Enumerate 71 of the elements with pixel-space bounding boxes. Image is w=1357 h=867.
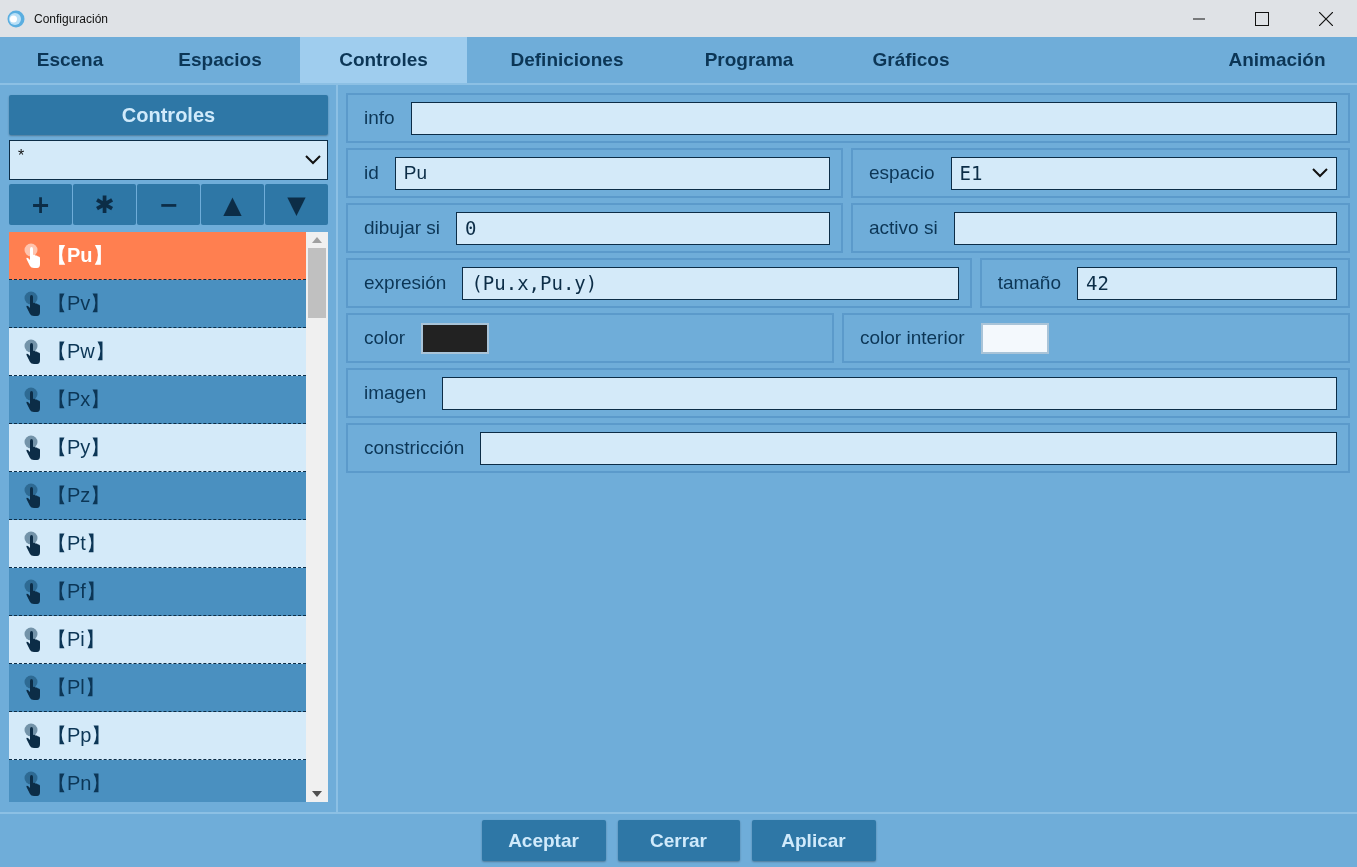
tab[interactable]: Controles [300, 37, 467, 83]
list-item[interactable]: 【Pp】 [9, 712, 306, 760]
toolbar-button[interactable]: ▼ [265, 184, 328, 225]
pointer-hand-icon [23, 626, 41, 653]
tab[interactable]: Definiciones [467, 37, 667, 83]
field-label: expresión [364, 272, 447, 294]
tab[interactable]: Espacios [140, 37, 300, 83]
field-label: color [364, 327, 406, 349]
toolbar-button[interactable]: + [9, 184, 72, 225]
close-icon[interactable] [1319, 11, 1333, 26]
tab[interactable]: Animación [1197, 37, 1357, 83]
list-item[interactable]: 【Pf】 [9, 568, 306, 616]
input-field[interactable] [410, 101, 1337, 135]
scrollbar[interactable] [306, 232, 328, 802]
select-dropdown[interactable]: E1 [950, 156, 1337, 190]
input-field[interactable] [480, 431, 1337, 465]
input-field[interactable] [953, 211, 1337, 245]
list-item[interactable]: 【Pw】 [9, 328, 306, 376]
chevron-down-icon [1312, 168, 1328, 178]
pointer-hand-icon [23, 674, 41, 701]
list-item[interactable]: 【Px】 [9, 376, 306, 424]
dialog-button[interactable]: Aceptar [481, 820, 606, 861]
input-field[interactable]: Pu [394, 156, 830, 190]
pointer-hand-icon [23, 434, 41, 461]
tab[interactable]: Escena [0, 37, 140, 83]
pointer-hand-icon [23, 482, 41, 509]
window-title: Configuración [34, 11, 109, 26]
pointer-hand-icon [23, 530, 41, 557]
toolbar-button[interactable]: ✱ [73, 184, 136, 225]
input-field[interactable]: 42 [1077, 266, 1337, 300]
tab[interactable]: Gráficos [831, 37, 991, 83]
dialog-button[interactable]: Cerrar [617, 820, 740, 861]
pointer-hand-icon [23, 578, 41, 605]
field-label: imagen [364, 382, 427, 404]
list-item[interactable]: 【Py】 [9, 424, 306, 472]
filter-dropdown[interactable]: * [9, 140, 328, 180]
field-label: info [364, 107, 395, 129]
field-label: id [364, 162, 379, 184]
list-item[interactable]: 【Pv】 [9, 280, 306, 328]
pointer-hand-icon [23, 770, 41, 797]
input-field[interactable]: 0 [456, 211, 830, 245]
field-label: dibujar si [364, 217, 441, 239]
panel-header: Controles [9, 95, 328, 135]
app-logo-icon [7, 9, 25, 28]
maximize-icon[interactable] [1255, 11, 1269, 26]
chevron-down-icon [305, 155, 321, 165]
field-label: constricción [364, 437, 465, 459]
tab[interactable]: Programa [667, 37, 831, 83]
toolbar-button[interactable]: ▲ [201, 184, 264, 225]
field-label: activo si [869, 217, 938, 239]
dialog-button[interactable]: Aplicar [751, 820, 876, 861]
pointer-hand-icon [23, 386, 41, 413]
list-item[interactable]: 【Pl】 [9, 664, 306, 712]
list-item[interactable]: 【Pn】 [9, 760, 306, 802]
pointer-hand-icon [23, 338, 41, 365]
list-item[interactable]: 【Pi】 [9, 616, 306, 664]
color-swatch[interactable] [421, 322, 490, 354]
input-field[interactable] [442, 376, 1337, 410]
input-field[interactable]: (Pu.x,Pu.y) [462, 266, 959, 300]
field-label: espacio [869, 162, 935, 184]
scroll-thumb[interactable] [308, 248, 326, 318]
scroll-down-icon[interactable] [312, 791, 322, 797]
list-item[interactable]: 【Pt】 [9, 520, 306, 568]
field-label: color interior [860, 327, 965, 349]
pointer-hand-icon [23, 242, 41, 269]
color-swatch[interactable] [980, 322, 1049, 354]
list-item[interactable]: 【Pz】 [9, 472, 306, 520]
pointer-hand-icon [23, 722, 41, 749]
pointer-hand-icon [23, 290, 41, 317]
field-label: tamaño [997, 272, 1061, 294]
toolbar-button[interactable]: − [137, 184, 200, 225]
